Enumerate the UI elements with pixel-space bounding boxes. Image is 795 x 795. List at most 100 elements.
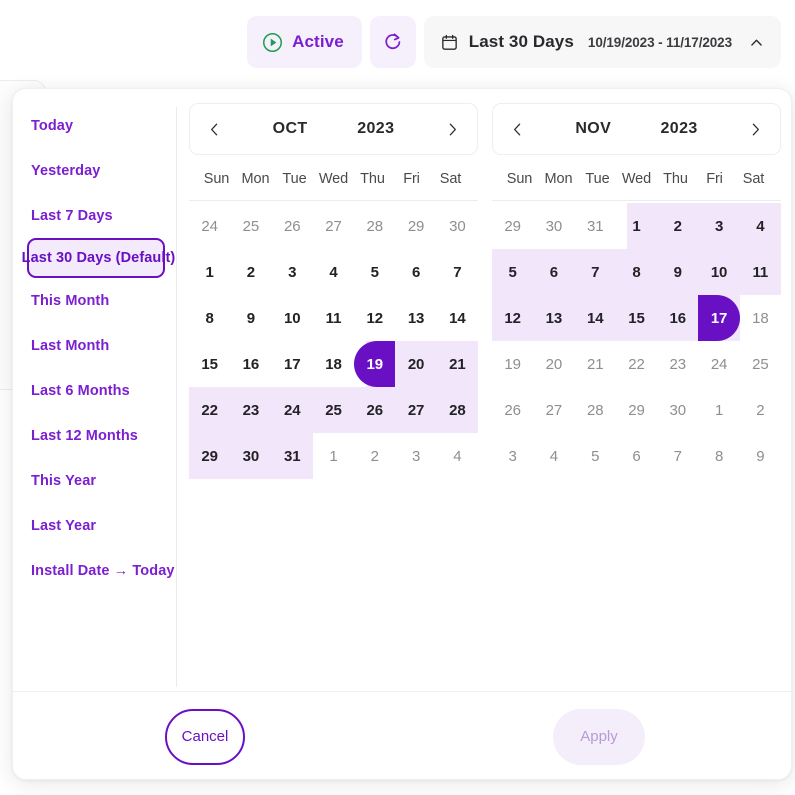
day-cell[interactable]: 21 bbox=[437, 341, 478, 387]
day-cell[interactable]: 30 bbox=[437, 203, 478, 249]
day-cell[interactable]: 18 bbox=[740, 295, 781, 341]
day-cell[interactable]: 18 bbox=[313, 341, 354, 387]
day-cell[interactable]: 1 bbox=[616, 203, 657, 249]
day-cell[interactable]: 24 bbox=[189, 203, 230, 249]
day-cell[interactable]: 4 bbox=[740, 203, 781, 249]
day-cell[interactable]: 24 bbox=[272, 387, 313, 433]
day-cell[interactable]: 15 bbox=[616, 295, 657, 341]
day-cell[interactable]: 4 bbox=[533, 433, 574, 479]
day-cell[interactable]: 13 bbox=[533, 295, 574, 341]
day-cell[interactable]: 30 bbox=[230, 433, 271, 479]
day-cell[interactable]: 6 bbox=[616, 433, 657, 479]
day-cell[interactable]: 19 bbox=[354, 341, 396, 387]
day-cell[interactable]: 9 bbox=[230, 295, 271, 341]
day-cell[interactable]: 20 bbox=[533, 341, 574, 387]
chevron-left-icon[interactable] bbox=[206, 121, 223, 138]
day-cell[interactable]: 9 bbox=[657, 249, 698, 295]
day-cell[interactable]: 6 bbox=[533, 249, 574, 295]
preset-item-last-year[interactable]: Last Year bbox=[13, 503, 173, 548]
day-cell[interactable]: 11 bbox=[740, 249, 781, 295]
chevron-right-icon[interactable] bbox=[444, 121, 461, 138]
day-cell[interactable]: 8 bbox=[698, 433, 739, 479]
preset-item-last-7-days[interactable]: Last 7 Days bbox=[13, 193, 173, 238]
day-cell[interactable]: 29 bbox=[189, 433, 230, 479]
day-cell[interactable]: 5 bbox=[492, 249, 533, 295]
preset-item-this-year[interactable]: This Year bbox=[13, 458, 173, 503]
day-cell[interactable]: 22 bbox=[616, 341, 657, 387]
day-cell[interactable]: 28 bbox=[437, 387, 478, 433]
date-range-selector[interactable]: Last 30 Days 10/19/2023 - 11/17/2023 bbox=[423, 16, 781, 68]
preset-item-last-12-months[interactable]: Last 12 Months bbox=[13, 413, 173, 458]
day-cell[interactable]: 8 bbox=[189, 295, 230, 341]
day-cell[interactable]: 23 bbox=[230, 387, 271, 433]
preset-item-install-date-today[interactable]: Install Date → Today bbox=[13, 548, 174, 593]
day-cell[interactable]: 10 bbox=[698, 249, 739, 295]
day-cell[interactable]: 16 bbox=[230, 341, 271, 387]
day-cell[interactable]: 4 bbox=[437, 433, 478, 479]
day-cell[interactable]: 31 bbox=[272, 433, 313, 479]
day-cell[interactable]: 1 bbox=[189, 249, 230, 295]
day-cell[interactable]: 1 bbox=[698, 387, 739, 433]
day-cell[interactable]: 14 bbox=[575, 295, 616, 341]
day-cell[interactable]: 5 bbox=[354, 249, 395, 295]
day-cell[interactable]: 26 bbox=[272, 203, 313, 249]
day-cell[interactable]: 25 bbox=[740, 341, 781, 387]
day-cell[interactable]: 29 bbox=[616, 387, 657, 433]
day-cell[interactable]: 26 bbox=[354, 387, 395, 433]
day-cell[interactable]: 7 bbox=[575, 249, 616, 295]
day-cell[interactable]: 16 bbox=[657, 295, 698, 341]
day-cell[interactable]: 12 bbox=[492, 295, 533, 341]
day-cell[interactable]: 25 bbox=[313, 387, 354, 433]
chevron-left-icon[interactable] bbox=[509, 121, 526, 138]
preset-item-last-30-days-default[interactable]: Last 30 Days (Default) bbox=[22, 238, 175, 278]
cancel-button[interactable]: Cancel bbox=[165, 708, 245, 765]
day-cell[interactable]: 23 bbox=[657, 341, 698, 387]
day-cell[interactable]: 14 bbox=[437, 295, 478, 341]
day-cell[interactable]: 27 bbox=[533, 387, 574, 433]
day-cell[interactable]: 26 bbox=[492, 387, 533, 433]
day-cell[interactable]: 27 bbox=[395, 387, 436, 433]
day-cell[interactable]: 6 bbox=[395, 249, 436, 295]
day-cell[interactable]: 30 bbox=[533, 203, 574, 249]
day-cell[interactable]: 5 bbox=[575, 433, 616, 479]
day-cell[interactable]: 4 bbox=[313, 249, 354, 295]
day-cell[interactable]: 17 bbox=[272, 341, 313, 387]
preset-item-yesterday[interactable]: Yesterday bbox=[13, 148, 173, 193]
day-cell[interactable]: 21 bbox=[575, 341, 616, 387]
status-badge-active[interactable]: Active bbox=[247, 16, 362, 68]
day-cell[interactable]: 2 bbox=[657, 203, 698, 249]
day-cell[interactable]: 29 bbox=[395, 203, 436, 249]
day-cell[interactable]: 19 bbox=[492, 341, 533, 387]
day-cell[interactable]: 9 bbox=[740, 433, 781, 479]
day-cell[interactable]: 7 bbox=[657, 433, 698, 479]
day-cell[interactable]: 30 bbox=[657, 387, 698, 433]
day-cell[interactable]: 10 bbox=[272, 295, 313, 341]
day-cell[interactable]: 28 bbox=[354, 203, 395, 249]
day-cell[interactable]: 8 bbox=[616, 249, 657, 295]
day-cell[interactable]: 2 bbox=[354, 433, 395, 479]
day-cell[interactable]: 29 bbox=[492, 203, 533, 249]
day-cell[interactable]: 7 bbox=[437, 249, 478, 295]
day-cell[interactable]: 17 bbox=[698, 295, 740, 341]
day-cell[interactable]: 31 bbox=[575, 203, 616, 249]
day-cell[interactable]: 15 bbox=[189, 341, 230, 387]
day-cell[interactable]: 25 bbox=[230, 203, 271, 249]
day-cell[interactable]: 3 bbox=[492, 433, 533, 479]
preset-item-last-month[interactable]: Last Month bbox=[13, 323, 173, 368]
day-cell[interactable]: 11 bbox=[313, 295, 354, 341]
day-cell[interactable]: 12 bbox=[354, 295, 395, 341]
chevron-up-icon[interactable] bbox=[748, 34, 765, 51]
day-cell[interactable]: 2 bbox=[740, 387, 781, 433]
day-cell[interactable]: 27 bbox=[313, 203, 354, 249]
apply-button[interactable]: Apply bbox=[553, 708, 645, 765]
day-cell[interactable]: 13 bbox=[395, 295, 436, 341]
chevron-right-icon[interactable] bbox=[747, 121, 764, 138]
day-cell[interactable]: 3 bbox=[395, 433, 436, 479]
day-cell[interactable]: 22 bbox=[189, 387, 230, 433]
day-cell[interactable]: 1 bbox=[313, 433, 354, 479]
preset-item-last-6-months[interactable]: Last 6 Months bbox=[13, 368, 173, 413]
refresh-button[interactable] bbox=[369, 16, 416, 68]
day-cell[interactable]: 3 bbox=[698, 203, 739, 249]
day-cell[interactable]: 2 bbox=[230, 249, 271, 295]
preset-item-this-month[interactable]: This Month bbox=[13, 278, 173, 323]
